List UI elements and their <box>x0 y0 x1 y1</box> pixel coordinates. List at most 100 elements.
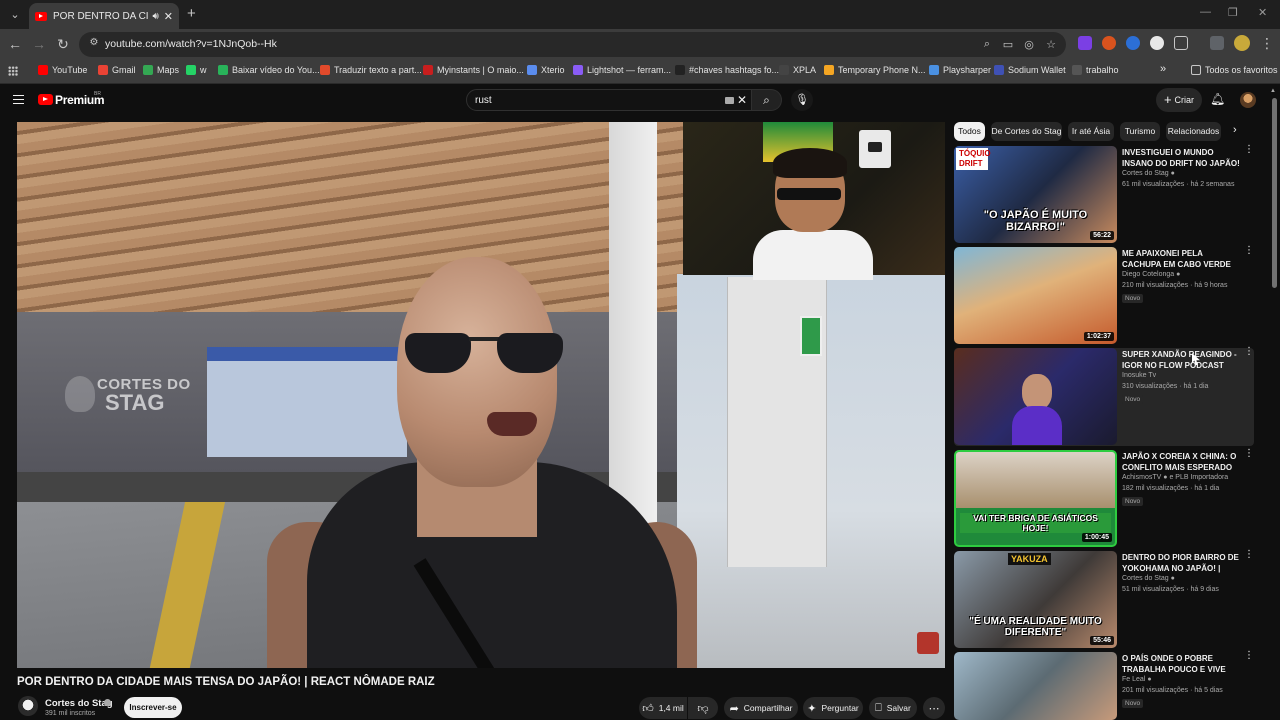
recommendation-channel[interactable]: AchismosTV ● e PLB Importadora <box>1122 474 1228 481</box>
bookmark-star-icon[interactable]: ☆ <box>1044 38 1058 51</box>
recommendation-channel[interactable]: Cortes do Stag ● <box>1122 170 1175 177</box>
recommendation-more-icon[interactable]: ⋮ <box>1244 246 1254 256</box>
extension-fox-icon[interactable] <box>1102 36 1116 50</box>
more-actions-button[interactable]: ⋯ <box>923 697 945 719</box>
recommendation-title[interactable]: DENTRO DO PIOR BAIRRO DE YOKOHAMA NO JAP… <box>1122 552 1240 574</box>
bookmark-item[interactable]: Sodium Wallet <box>994 65 1066 75</box>
bookmark-item[interactable]: #chaves hashtags fo... <box>675 65 779 75</box>
url-text[interactable]: youtube.com/watch?v=1NJnQob--Hk <box>105 38 277 50</box>
bookmark-item[interactable]: Maps <box>143 65 179 75</box>
audio-playing-icon[interactable]: 🔊︎ <box>152 11 158 22</box>
menu-hamburger-icon[interactable] <box>13 95 24 104</box>
search-button[interactable]: ⌕ <box>752 89 782 111</box>
bookmark-item[interactable]: Lightshot — ferram... <box>573 65 671 75</box>
recommendation-thumbnail[interactable] <box>954 348 1117 445</box>
recommendation-thumbnail[interactable] <box>954 652 1117 720</box>
recommendation-more-icon[interactable]: ⋮ <box>1244 550 1254 560</box>
recommendation-item[interactable]: TÓQUIO DRIFT "O JAPÃO É MUITO BIZARRO!" … <box>954 145 1254 244</box>
bookmark-item[interactable]: w <box>186 65 207 75</box>
like-button[interactable]: 👍︎ 1,4 mil <box>639 697 687 719</box>
bookmark-item[interactable]: Myinstants | O maio... <box>423 65 524 75</box>
scroll-up-arrow-icon[interactable]: ▲ <box>1270 88 1276 94</box>
apps-grid-icon[interactable] <box>8 66 18 76</box>
ask-button[interactable]: ✦ Perguntar <box>803 697 863 719</box>
more-bookmarks-icon[interactable]: » <box>1160 63 1166 75</box>
tab-close-icon[interactable]: ✕ <box>164 10 173 23</box>
channel-name[interactable]: Cortes do Stag <box>45 698 113 709</box>
recommendation-title[interactable]: ME APAIXONEI PELA CACHUPA EM CABO VERDE <box>1122 248 1240 270</box>
forward-button[interactable]: → <box>30 36 48 52</box>
video-player[interactable]: CORTES DO STAG <box>17 122 945 668</box>
reload-button[interactable]: ↻ <box>54 36 72 52</box>
recommendation-thumbnail[interactable]: 1:02:37 <box>954 247 1117 344</box>
create-button[interactable]: + Criar <box>1156 88 1202 112</box>
voice-search-mic-icon[interactable]: 🎙︎ <box>791 89 813 111</box>
new-tab-button[interactable]: + <box>187 5 196 22</box>
recommendation-title[interactable]: SUPER XANDÃO REAGINDO - IGOR NO FLOW POD… <box>1122 349 1240 371</box>
recommendation-more-icon[interactable]: ⋮ <box>1244 449 1254 459</box>
recommendation-channel[interactable]: Inosuke Tv <box>1122 372 1156 379</box>
minimize-icon[interactable]: — <box>1200 6 1211 18</box>
extensions-puzzle-icon[interactable] <box>1174 36 1188 50</box>
recommendation-channel[interactable]: Cortes do Stag ● <box>1122 575 1175 582</box>
scrollbar-thumb[interactable] <box>1272 98 1277 288</box>
chip-todos[interactable]: Todos <box>954 122 985 141</box>
recommendation-title[interactable]: JAPÃO X COREIA X CHINA: O CONFLITO MAIS … <box>1122 451 1240 473</box>
bookmark-item[interactable]: YouTube <box>38 65 87 75</box>
recommendation-thumbnail[interactable]: TÓQUIO DRIFT "O JAPÃO É MUITO BIZARRO!" … <box>954 146 1117 243</box>
chips-next-chevron-icon[interactable]: › <box>1233 124 1237 136</box>
recommendation-thumbnail[interactable]: VAI TER BRIGA DE ASIÁTICOS HOJE! 1:00:45 <box>954 450 1117 547</box>
address-bar[interactable]: ⚙ youtube.com/watch?v=1NJnQob--Hk ⌕ ▭ ◎ … <box>79 32 1066 57</box>
all-bookmarks-folder[interactable]: Todos os favoritos <box>1191 65 1278 75</box>
recommendation-title[interactable]: O PAÍS ONDE O POBRE TRABALHA POUCO E VIV… <box>1122 653 1240 675</box>
dislike-button[interactable]: 👎︎ <box>688 697 718 719</box>
site-info-icon[interactable]: ⚙ <box>87 37 101 51</box>
bookmark-item[interactable]: Xterio <box>527 65 565 75</box>
extension-grammar-icon[interactable] <box>1150 36 1164 50</box>
recommendation-more-icon[interactable]: ⋮ <box>1244 347 1254 357</box>
bookmark-item[interactable]: Baixar vídeo do You... <box>218 65 320 75</box>
recommendation-item[interactable]: 1:02:37 ME APAIXONEI PELA CACHUPA EM CAB… <box>954 246 1254 345</box>
channel-avatar[interactable] <box>18 696 38 716</box>
extension-download-icon[interactable] <box>1078 36 1092 50</box>
recommendation-more-icon[interactable]: ⋮ <box>1244 651 1254 661</box>
chip-relacionados[interactable]: Relacionados <box>1166 122 1221 141</box>
share-button[interactable]: ➦ Compartilhar <box>724 697 798 719</box>
window-close-icon[interactable]: ✕ <box>1258 6 1267 19</box>
restore-icon[interactable]: ❐ <box>1228 6 1238 19</box>
bookmark-item[interactable]: trabalho <box>1072 65 1119 75</box>
save-button[interactable]: ⎕ Salvar <box>869 697 917 719</box>
search-query[interactable]: rust <box>475 95 492 106</box>
keyboard-icon[interactable] <box>725 97 734 104</box>
recommendation-item[interactable]: VAI TER BRIGA DE ASIÁTICOS HOJE! 1:00:45… <box>954 449 1254 548</box>
recommendation-item[interactable]: SUPER XANDÃO REAGINDO - IGOR NO FLOW POD… <box>954 347 1254 446</box>
browser-tab-active[interactable]: POR DENTRO DA CIDADE M 🔊︎ ✕ <box>29 3 179 29</box>
recommendation-item[interactable]: YAKUZA "É UMA REALIDADE MUITO DIFERENTE"… <box>954 550 1254 649</box>
chip-turismo[interactable]: Turismo <box>1120 122 1160 141</box>
eye-off-icon[interactable]: ◎ <box>1022 38 1036 51</box>
recommendation-channel[interactable]: Fe Leal ● <box>1122 676 1152 683</box>
bookmark-item[interactable]: Temporary Phone N... <box>824 65 926 75</box>
tab-search-chevron-icon[interactable]: ⌄ <box>6 6 24 24</box>
cast-icon[interactable]: ▭ <box>1001 38 1015 51</box>
recommendation-thumbnail[interactable]: YAKUZA "É UMA REALIDADE MUITO DIFERENTE"… <box>954 551 1117 648</box>
zoom-icon[interactable]: ⌕ <box>980 38 994 51</box>
page-scrollbar[interactable]: ▲ <box>1270 88 1278 720</box>
youtube-logo-icon[interactable] <box>38 94 53 105</box>
bookmark-item[interactable]: Gmail <box>98 65 136 75</box>
bookmark-item[interactable]: Playsharper <box>929 65 991 75</box>
recommendation-title[interactable]: INVESTIGUEI O MUNDO INSANO DO DRIFT NO J… <box>1122 147 1240 169</box>
profile-avatar[interactable] <box>1234 35 1250 51</box>
browser-menu-icon[interactable]: ⋮ <box>1258 35 1276 51</box>
bookmark-item[interactable]: Traduzir texto a part... <box>320 65 422 75</box>
notifications-bell-icon[interactable]: 🔔︎ <box>1210 92 1225 106</box>
recommendation-item[interactable]: O PAÍS ONDE O POBRE TRABALHA POUCO E VIV… <box>954 651 1254 720</box>
back-button[interactable]: ← <box>6 36 24 52</box>
channel-corner-logo-icon[interactable] <box>917 632 939 654</box>
media-control-icon[interactable] <box>1210 36 1224 50</box>
recommendation-channel[interactable]: Diego Cotelonga ● <box>1122 271 1180 278</box>
subscribe-button[interactable]: Inscrever-se <box>124 697 182 718</box>
extension-audio-icon[interactable] <box>1126 36 1140 50</box>
recommendation-more-icon[interactable]: ⋮ <box>1244 145 1254 155</box>
bookmark-item[interactable]: XPLA <box>779 65 816 75</box>
